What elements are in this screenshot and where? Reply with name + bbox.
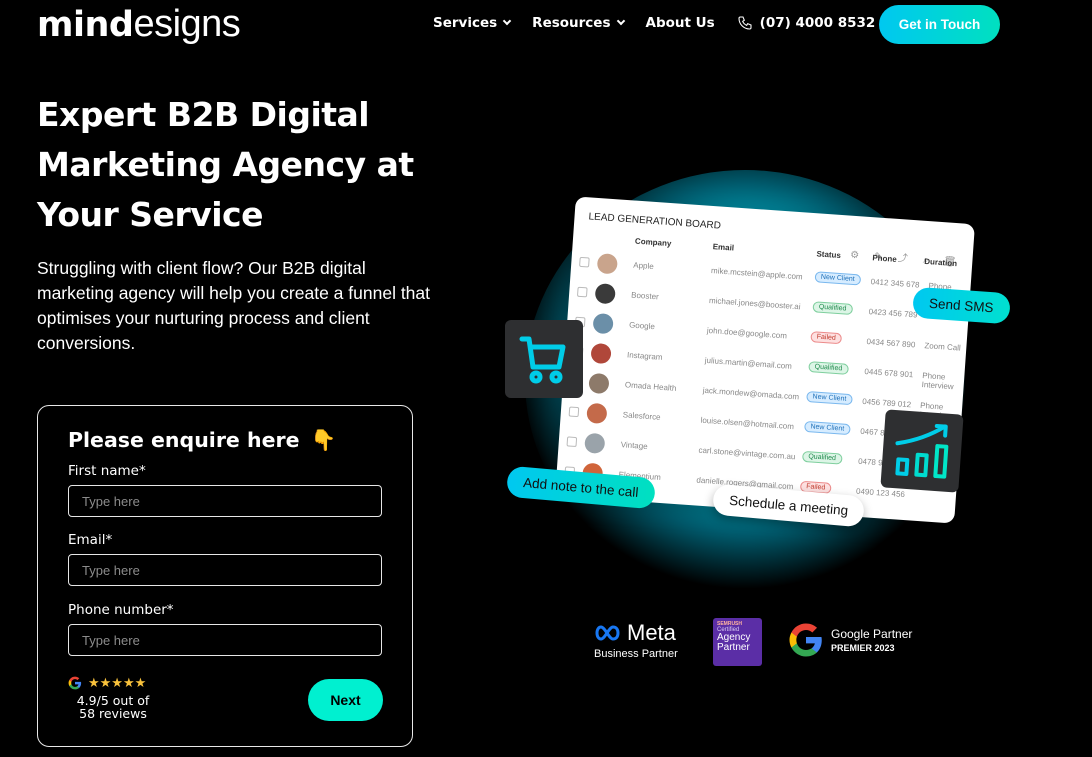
avatar — [594, 283, 616, 305]
avatar — [588, 372, 610, 395]
growth-chart-icon — [895, 423, 949, 479]
main-nav: Services Resources About Us (07) 4000 85… — [433, 12, 897, 34]
row-email: michael.jones@booster.ai — [708, 295, 801, 312]
status-badge: New Client — [806, 391, 853, 406]
avatar — [584, 432, 606, 455]
logo-light-text: esigns — [133, 3, 241, 45]
nav-resources[interactable]: Resources — [532, 15, 625, 31]
row-company: Apple — [632, 260, 655, 271]
meta-partner-badge: Meta Business Partner — [594, 620, 678, 660]
row-company: Vintage — [620, 440, 648, 452]
shopping-cart-icon — [519, 336, 566, 384]
column-email: Email — [712, 242, 735, 253]
board-title: LEAD GENERATION BOARD — [588, 211, 722, 232]
row-company: Salesforce — [622, 410, 661, 422]
column-duration: Duration — [923, 256, 958, 269]
form-title: Please enquire here 👇 — [68, 428, 336, 453]
row-email: mike.mcstein@apple.com — [710, 266, 803, 282]
phone-icon — [738, 16, 752, 30]
pointing-down-icon: 👇 — [310, 428, 337, 452]
status-badge: Qualified — [808, 361, 849, 375]
google-g-icon — [68, 676, 82, 690]
row-phone: 0456 789 012 — [862, 396, 912, 410]
rating-text: 4.9/5 out of 58 reviews — [76, 693, 150, 721]
hero-subtitle: Struggling with client flow? Our B2B dig… — [37, 258, 431, 353]
semrush-badge: SEMRUSH Certified Agency Partner — [713, 618, 762, 666]
row-duration: Zoom Call — [924, 341, 962, 353]
row-checkbox — [568, 406, 580, 418]
avatar — [590, 342, 612, 365]
form-title-text: Please enquire here — [68, 428, 300, 452]
google-partner-name: Google Partner — [831, 627, 913, 641]
nav-about-label: About Us — [645, 15, 715, 31]
cart-tile — [505, 320, 583, 398]
nav-about-us[interactable]: About Us — [646, 15, 715, 31]
row-email: jack.mondew@omada.com — [702, 385, 800, 402]
meta-sub: Business Partner — [594, 648, 678, 660]
row-email: julius.martin@email.com — [704, 355, 793, 371]
row-checkbox — [566, 436, 578, 448]
column-status: Status — [816, 249, 842, 261]
meta-infinity-icon — [595, 625, 620, 641]
logo[interactable]: mindesigns — [37, 3, 241, 45]
phone-input[interactable] — [68, 624, 382, 656]
row-checkbox — [579, 256, 590, 268]
row-phone: 0490 123 456 — [855, 486, 906, 500]
row-phone: 0445 678 901 — [864, 366, 914, 380]
status-badge: Qualified — [812, 301, 853, 315]
google-partner-badge: Google Partner PREMIER 2023 — [788, 622, 912, 658]
hero-title: Expert B2B Digital Marketing Agency at Y… — [37, 95, 414, 234]
row-phone: 0434 567 890 — [866, 337, 916, 350]
meta-name: Meta — [627, 620, 676, 645]
avatar — [592, 312, 614, 335]
logo-bold-text: mind — [37, 5, 134, 45]
row-duration: Phone Interview — [921, 371, 954, 392]
row-phone: 0412 345 678 — [870, 277, 920, 290]
first-name-label: First name* — [68, 463, 146, 479]
google-logo-icon — [789, 623, 822, 657]
enquiry-form: Please enquire here 👇 First name* Email*… — [37, 405, 413, 747]
nav-services[interactable]: Services — [433, 15, 512, 31]
get-in-touch-button[interactable]: Get in Touch — [879, 5, 1000, 44]
email-input[interactable] — [68, 554, 382, 586]
first-name-input[interactable] — [68, 485, 382, 517]
status-badge: New Client — [814, 271, 862, 286]
status-badge: Qualified — [801, 450, 843, 465]
nav-phone-link[interactable]: (07) 4000 8532 — [737, 15, 876, 31]
row-company: Booster — [630, 290, 660, 302]
google-partner-sub: PREMIER 2023 — [831, 643, 895, 653]
nav-resources-label: Resources — [532, 15, 611, 31]
star-rating: ★★★★★ — [88, 675, 147, 691]
chevron-down-icon — [502, 16, 512, 26]
row-email: louise.olsen@hotmail.com — [700, 415, 795, 432]
nav-services-label: Services — [433, 15, 498, 31]
phone-number: (07) 4000 8532 — [759, 15, 876, 31]
status-badge: New Client — [804, 420, 851, 436]
email-label: Email* — [68, 532, 113, 548]
column-phone: Phone — [872, 253, 898, 264]
growth-chart-tile — [880, 409, 964, 493]
chevron-down-icon — [616, 16, 625, 26]
row-phone: 0423 456 789 — [868, 307, 918, 320]
row-email: john.doe@google.com — [706, 325, 788, 341]
row-email: carl.stone@vintage.com.au — [698, 445, 796, 462]
send-sms-pill: Send SMS — [912, 286, 1011, 325]
lead-board-illustration: LEAD GENERATION BOARD ⚙ ✎ ⤴ ⌕ 🗑 Company … — [495, 170, 1015, 590]
row-company: Google — [628, 320, 656, 332]
semrush-partner: Partner — [717, 642, 750, 653]
row-company: Omada Health — [624, 380, 677, 393]
avatar — [586, 402, 608, 425]
next-button[interactable]: Next — [308, 679, 383, 721]
column-company: Company — [634, 236, 672, 249]
row-company: Instagram — [626, 350, 663, 362]
avatar — [596, 253, 619, 275]
phone-label: Phone number* — [68, 602, 174, 618]
status-badge: Failed — [810, 331, 843, 345]
google-rating: ★★★★★ 4.9/5 out of 58 reviews — [68, 676, 158, 720]
row-checkbox — [576, 286, 588, 298]
